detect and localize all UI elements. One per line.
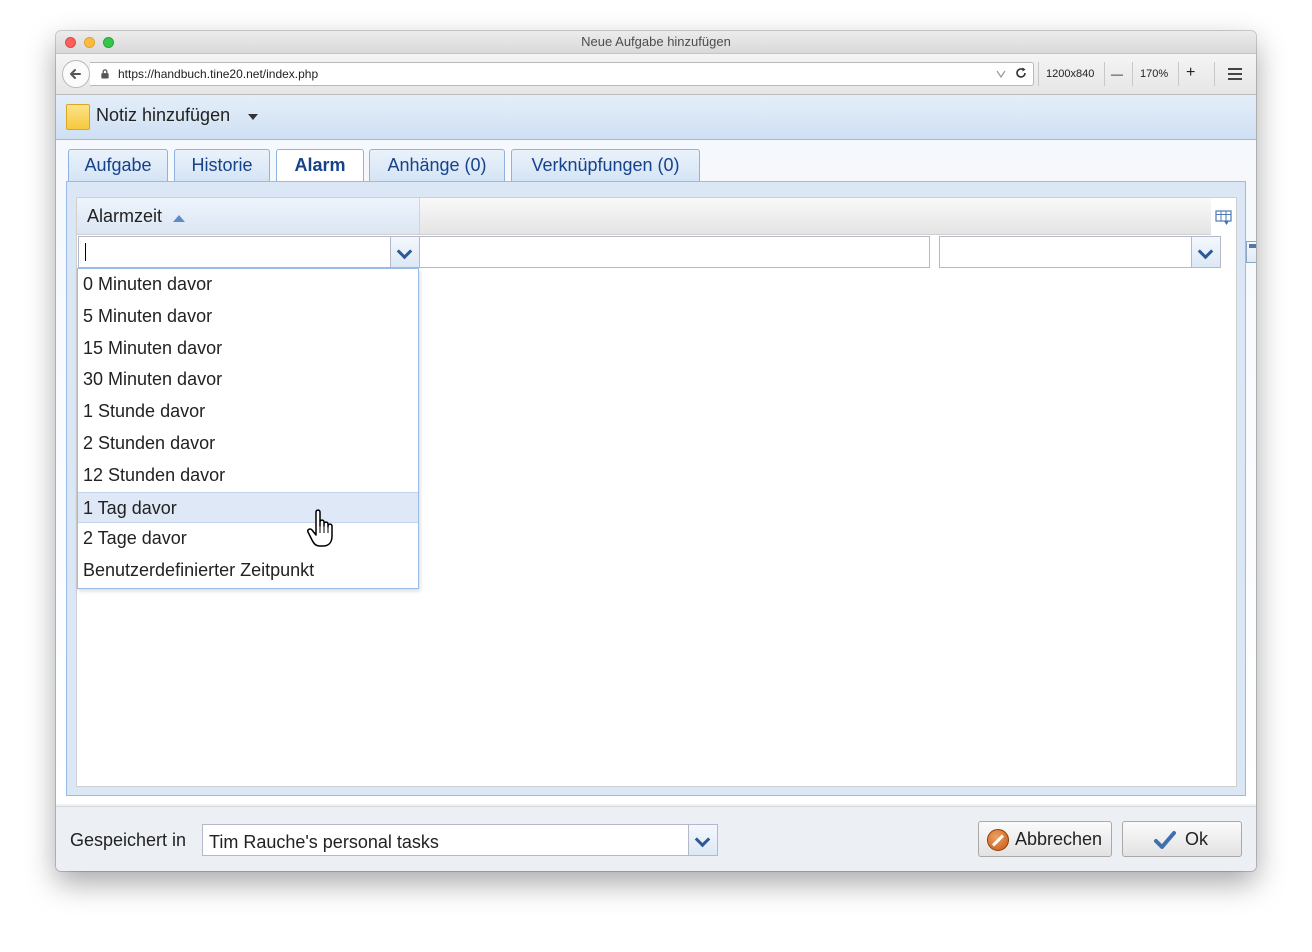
- dropdown-option-hovered[interactable]: 1 Tag davor: [78, 491, 418, 524]
- text-caret: [85, 243, 86, 261]
- title-bar: Neue Aufgabe hinzufügen: [56, 31, 1256, 54]
- column-chooser-icon[interactable]: [1215, 210, 1233, 226]
- hamburger-menu-icon[interactable]: [1228, 68, 1242, 80]
- cancel-button[interactable]: Abbrechen: [978, 821, 1112, 857]
- lock-icon: [101, 69, 109, 79]
- container-dropdown-button[interactable]: [688, 825, 717, 855]
- container-value: Tim Rauche's personal tasks: [209, 832, 439, 852]
- checkmark-icon: [1154, 831, 1176, 849]
- back-arrow-icon: [70, 69, 81, 79]
- sort-ascending-icon: [173, 215, 185, 222]
- ok-button[interactable]: Ok: [1122, 821, 1242, 857]
- zoom-in-button[interactable]: +: [1186, 64, 1195, 82]
- app-title[interactable]: Notiz hinzufügen: [96, 105, 230, 126]
- dialog-footer: Gespeichert in Tim Rauche's personal tas…: [56, 806, 1256, 871]
- tab-label: Historie: [191, 155, 253, 175]
- chevron-down-icon: [694, 831, 711, 848]
- cancel-label: Abbrechen: [1015, 829, 1103, 849]
- tab-verknuepfungen[interactable]: Verknüpfungen (0): [511, 149, 700, 181]
- tab-anhaenge[interactable]: Anhänge (0): [369, 149, 505, 181]
- tab-aufgabe[interactable]: Aufgabe: [68, 149, 168, 181]
- app-menu-arrow-icon[interactable]: [248, 114, 258, 120]
- dropdown-option[interactable]: 0 Minuten davor: [78, 269, 418, 301]
- zoom-level[interactable]: 170%: [1140, 68, 1168, 80]
- grid-header: Alarmzeit: [77, 198, 1211, 235]
- toolbar-divider: [1178, 62, 1179, 86]
- tab-label: Aufgabe: [84, 155, 152, 175]
- note-folder-icon: [66, 104, 90, 130]
- app-header: Notiz hinzufügen: [56, 95, 1256, 140]
- alarm-time-dropdown-list: 0 Minuten davor 5 Minuten davor 15 Minut…: [77, 268, 419, 589]
- tab-label: Anhänge (0): [387, 155, 487, 175]
- dropdown-option[interactable]: 1 Stunde davor: [78, 396, 418, 428]
- dropdown-option[interactable]: 2 Tage davor: [78, 523, 418, 555]
- dropdown-option[interactable]: 30 Minuten davor: [78, 364, 418, 396]
- minimize-window-button[interactable]: [84, 37, 95, 48]
- dropdown-option[interactable]: 5 Minuten davor: [78, 301, 418, 333]
- close-window-button[interactable]: [65, 37, 76, 48]
- url-field[interactable]: https://handbuch.tine20.net/index.php: [90, 62, 1034, 86]
- url-dropdown-icon[interactable]: [996, 70, 1006, 78]
- dropdown-option[interactable]: 15 Minuten davor: [78, 333, 418, 365]
- toolbar-divider: [1132, 62, 1133, 86]
- tab-alarm[interactable]: Alarm: [276, 149, 364, 182]
- toolbar-divider: [1214, 62, 1215, 86]
- maximize-window-button[interactable]: [103, 37, 114, 48]
- reload-icon[interactable]: [1014, 66, 1028, 80]
- dropdown-option[interactable]: Benutzerdefinierter Zeitpunkt: [78, 555, 418, 587]
- hand-pointer-icon: [307, 509, 333, 547]
- url-text: https://handbuch.tine20.net/index.php: [118, 67, 319, 81]
- cancel-icon: [987, 829, 1009, 851]
- alarm-option-dropdown-button[interactable]: [1191, 237, 1220, 267]
- viewport-size: 1200x840: [1046, 68, 1095, 80]
- container-select[interactable]: Tim Rauche's personal tasks: [202, 824, 718, 856]
- tab-historie[interactable]: Historie: [174, 149, 270, 181]
- column-header-label: Alarmzeit: [87, 206, 163, 226]
- window-title: Neue Aufgabe hinzufügen: [581, 34, 731, 49]
- toolbar-divider: [1038, 62, 1039, 86]
- tab-label: Verknüpfungen (0): [531, 155, 680, 175]
- chevron-down-icon: [1197, 243, 1214, 260]
- calendar-icon[interactable]: [1246, 241, 1256, 263]
- dropdown-option[interactable]: 12 Stunden davor: [78, 460, 418, 492]
- back-button[interactable]: [62, 60, 90, 88]
- saved-in-label: Gespeichert in: [70, 830, 187, 850]
- dropdown-option[interactable]: 2 Stunden davor: [78, 428, 418, 460]
- alarm-time-combo[interactable]: [78, 236, 420, 268]
- zoom-out-button[interactable]: —: [1111, 67, 1123, 81]
- toolbar-divider: [1104, 62, 1105, 86]
- column-header-alarmzeit[interactable]: Alarmzeit: [77, 198, 420, 234]
- tab-label: Alarm: [294, 155, 346, 175]
- alarm-date-field[interactable]: [420, 236, 1256, 268]
- alarm-time-dropdown-button[interactable]: [390, 237, 419, 267]
- ok-label: Ok: [1185, 829, 1209, 849]
- chevron-down-icon: [396, 243, 413, 260]
- alarm-option-combo[interactable]: [939, 236, 1221, 268]
- browser-toolbar: https://handbuch.tine20.net/index.php 12…: [56, 54, 1256, 95]
- editor-row: [77, 235, 1256, 269]
